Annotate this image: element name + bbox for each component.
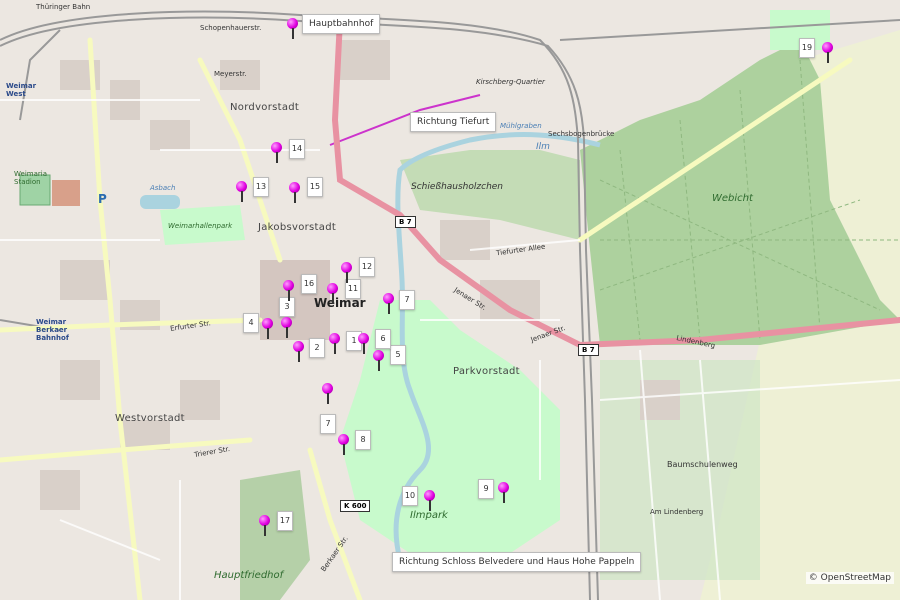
- road-shield-b7: B 7: [578, 344, 599, 356]
- marker-label: 10: [402, 486, 418, 506]
- label-weimar-west: Weimar West: [6, 82, 37, 98]
- marker-label: 4: [243, 313, 259, 333]
- label-weimar-berkaer: Weimar Berkaer Bahnhof: [36, 318, 69, 342]
- callout-richtung-tiefurt: Richtung Tiefurt: [410, 112, 497, 132]
- marker-label: 16: [301, 274, 317, 294]
- map-pin[interactable]: [383, 293, 395, 315]
- marker-label: 12: [359, 257, 375, 277]
- label-parkvorstadt: Parkvorstadt: [453, 366, 520, 377]
- label-jakobsvorstadt: Jakobsvorstadt: [258, 222, 337, 233]
- label-ilm: Ilm: [536, 142, 550, 152]
- map-canvas[interactable]: Nordvorstadt Jakobsvorstadt Weimar Westv…: [0, 0, 900, 600]
- road-shield-b7: B 7: [395, 216, 416, 228]
- label-hauptfriedhof: Hauptfriedhof: [214, 570, 284, 581]
- map-pin[interactable]: [271, 142, 283, 164]
- label-weimaria: Weimaria Stadion: [14, 170, 47, 186]
- map-pin[interactable]: [293, 341, 305, 363]
- marker-label: 17: [277, 511, 293, 531]
- attribution-link[interactable]: © OpenStreetMap: [805, 572, 894, 584]
- label-weimarhallenpark: Weimarhallenpark: [168, 222, 233, 230]
- road-shield-k600: K 600: [340, 500, 371, 512]
- map-pin[interactable]: [498, 482, 510, 504]
- label-baumschulenweg: Baumschulenweg: [667, 460, 738, 469]
- map-pin[interactable]: [259, 515, 271, 537]
- map-pin[interactable]: [236, 181, 248, 203]
- label-sechsbogen: Sechsbogenbrücke: [548, 130, 615, 138]
- label-muehlgraben: Mühlgraben: [500, 122, 542, 130]
- marker-label: 9: [478, 479, 494, 499]
- map-pin[interactable]: [262, 318, 274, 340]
- marker-label: 14: [289, 139, 305, 159]
- marker-label: 8: [355, 430, 371, 450]
- marker-label: 5: [390, 345, 406, 365]
- map-pin[interactable]: [329, 333, 341, 355]
- parking-icon: P: [98, 192, 107, 206]
- map-base-layer: [0, 0, 900, 600]
- map-pin[interactable]: [822, 42, 834, 64]
- street-meyerstr: Meyerstr.: [214, 70, 247, 78]
- marker-label: 7: [399, 290, 415, 310]
- marker-label: 13: [253, 177, 269, 197]
- label-nordvorstadt: Nordvorstadt: [230, 102, 300, 113]
- map-pin[interactable]: [341, 262, 353, 284]
- map-pin-hauptbahnhof[interactable]: [287, 18, 299, 40]
- street-schopenhauer: Schopenhauerstr.: [200, 24, 262, 32]
- marker-label: 2: [309, 338, 325, 358]
- marker-label: 6: [375, 329, 391, 349]
- marker-label: 15: [307, 177, 323, 197]
- callout-hauptbahnhof: Hauptbahnhof: [302, 14, 381, 34]
- label-webicht: Webicht: [712, 193, 753, 204]
- label-am-lindenberg: Am Lindenberg: [650, 508, 704, 516]
- marker-label: 19: [799, 38, 815, 58]
- map-pin[interactable]: [289, 182, 301, 204]
- label-schiesshaus: Schießhausholzchen: [411, 182, 504, 192]
- callout-richtung-belvedere: Richtung Schloss Belvedere und Haus Hohe…: [392, 552, 642, 572]
- map-pin[interactable]: [424, 490, 436, 512]
- label-thueringer-bahn: Thüringer Bahn: [36, 3, 91, 11]
- map-pin[interactable]: [358, 333, 370, 355]
- map-pin[interactable]: [373, 350, 385, 372]
- label-westvorstadt: Westvorstadt: [115, 413, 185, 424]
- map-pin[interactable]: [338, 434, 350, 456]
- map-pin[interactable]: [322, 383, 334, 405]
- map-pin[interactable]: [281, 317, 293, 339]
- map-pin[interactable]: [283, 280, 295, 302]
- marker-label: 7: [320, 414, 336, 434]
- label-kirschberg: Kirschberg-Quartier: [476, 78, 545, 86]
- label-asbach: Asbach: [150, 184, 176, 192]
- map-pin[interactable]: [327, 283, 339, 305]
